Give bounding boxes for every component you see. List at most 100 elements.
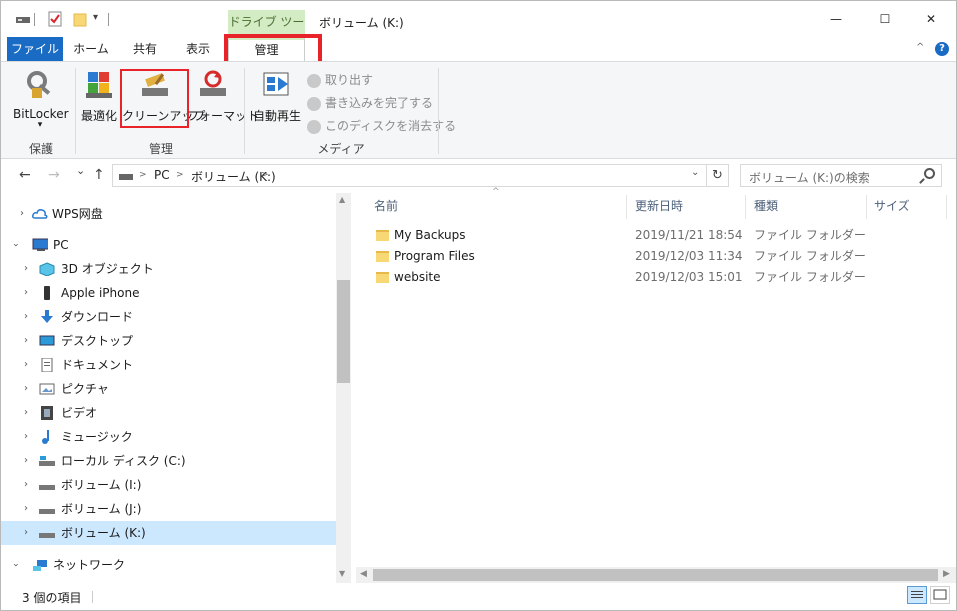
erase-disc-button[interactable]: このディスクを消去する <box>307 117 456 134</box>
properties-icon[interactable] <box>48 11 62 27</box>
maximize-icon: ☐ <box>879 12 891 26</box>
up-button[interactable]: ↑ <box>93 167 105 183</box>
details-view-button[interactable] <box>907 586 927 604</box>
search-input[interactable]: ボリューム (K:)の検索 <box>740 164 942 187</box>
column-divider[interactable] <box>866 195 867 219</box>
nav-item-desktop[interactable]: › デスクトップ <box>1 329 336 353</box>
recent-locations-button[interactable]: ⌄ <box>76 164 85 177</box>
scroll-left-icon[interactable]: ◀ <box>360 569 367 579</box>
scroll-right-icon[interactable]: ▶ <box>943 569 950 579</box>
nav-label: ダウンロード <box>61 310 134 324</box>
forward-button[interactable]: → <box>48 167 60 183</box>
refresh-button[interactable]: ↻ <box>706 164 729 187</box>
customize-quick-access-icon[interactable]: ▾ <box>93 12 98 23</box>
large-icons-view-button[interactable] <box>930 586 950 604</box>
computer-icon <box>32 238 48 251</box>
tab-home[interactable]: ホーム <box>67 37 115 61</box>
nav-item-volume-j[interactable]: › ボリューム (J:) <box>1 497 336 521</box>
3d-objects-icon <box>39 262 55 276</box>
nav-item-iphone[interactable]: › Apple iPhone <box>1 281 336 305</box>
scrollbar-thumb[interactable] <box>373 569 938 581</box>
drive-icon <box>119 174 133 180</box>
breadcrumb-separator: > <box>139 170 147 180</box>
download-icon <box>41 310 53 323</box>
nav-item-local-disk-c[interactable]: › ローカル ディスク (C:) <box>1 449 336 473</box>
close-button[interactable]: ✕ <box>908 1 954 37</box>
breadcrumb-pc[interactable]: PC <box>154 168 170 182</box>
nav-label: ミュージック <box>61 430 133 444</box>
nav-item-pc[interactable]: › PC <box>1 233 336 257</box>
nav-pane-scrollbar[interactable]: ▲ ▼ <box>336 193 351 583</box>
file-row[interactable]: Program Files 2019/12/03 11:34 ファイル フォルダ… <box>358 246 956 267</box>
picture-icon <box>39 383 55 395</box>
column-divider[interactable] <box>946 195 947 219</box>
nav-label: デスクトップ <box>61 334 134 348</box>
autoplay-button[interactable]: 自動再生 <box>251 68 303 124</box>
breadcrumb-separator: > <box>176 170 184 180</box>
minimize-button[interactable]: — <box>813 1 859 37</box>
folder-icon <box>376 230 389 241</box>
eject-button[interactable]: 取り出す <box>307 71 373 88</box>
file-row[interactable]: My Backups 2019/11/21 18:54 ファイル フォルダー <box>358 225 956 246</box>
local-disk-icon <box>39 456 55 466</box>
file-row[interactable]: website 2019/12/03 15:01 ファイル フォルダー <box>358 267 956 288</box>
scroll-down-icon[interactable]: ▼ <box>339 569 345 578</box>
file-type: ファイル フォルダー <box>754 249 866 263</box>
nav-item-wps[interactable]: › WPS网盘 <box>1 202 336 226</box>
nav-item-documents[interactable]: › ドキュメント <box>1 353 336 377</box>
nav-item-downloads[interactable]: › ダウンロード <box>1 305 336 329</box>
address-dropdown-icon[interactable]: ⌄ <box>691 167 699 178</box>
column-header-size[interactable]: サイズ <box>874 193 944 219</box>
nav-label: Apple iPhone <box>61 286 140 300</box>
maximize-button[interactable]: ☐ <box>862 1 908 37</box>
column-divider[interactable] <box>626 195 627 219</box>
nav-item-videos[interactable]: › ビデオ <box>1 401 336 425</box>
nav-label: ボリューム (J:) <box>61 502 142 516</box>
tab-share[interactable]: 共有 <box>121 37 169 61</box>
format-button[interactable]: フォーマット <box>187 68 259 124</box>
column-header-type[interactable]: 種類 <box>754 193 864 219</box>
format-icon <box>196 68 230 102</box>
file-type: ファイル フォルダー <box>754 270 866 284</box>
nav-item-music[interactable]: › ミュージック <box>1 425 336 449</box>
nav-label: PC <box>53 238 69 252</box>
column-header-date[interactable]: 更新日時 <box>635 193 745 219</box>
optimize-button[interactable]: 最適化 <box>77 68 121 124</box>
optimize-label: 最適化 <box>80 109 117 123</box>
cleanup-highlight <box>120 69 189 128</box>
item-count: 3 個の項目 <box>22 591 82 605</box>
folder-icon <box>376 251 389 262</box>
address-bar[interactable]: > PC > ボリューム (K:) > ⌄ <box>112 164 707 187</box>
file-name: Program Files <box>394 249 475 263</box>
finish-burning-button[interactable]: 書き込みを完了する <box>307 94 433 111</box>
bitlocker-button[interactable]: BitLocker ▾ <box>13 68 69 130</box>
back-button[interactable]: ← <box>19 167 31 183</box>
large-icons-view-icon <box>933 589 947 600</box>
help-button[interactable]: ? <box>935 42 949 56</box>
bitlocker-label: BitLocker <box>13 107 69 121</box>
nav-item-pictures[interactable]: › ピクチャ <box>1 377 336 401</box>
scrollbar-thumb[interactable] <box>337 280 350 383</box>
details-view-icon <box>911 591 923 598</box>
nav-item-volume-i[interactable]: › ボリューム (I:) <box>1 473 336 497</box>
file-date: 2019/12/03 15:01 <box>635 270 743 284</box>
folder-icon <box>376 272 389 283</box>
nav-item-3d-objects[interactable]: › 3D オブジェクト <box>1 257 336 281</box>
file-list-horizontal-scrollbar[interactable]: ◀ ▶ <box>356 567 956 583</box>
nav-item-volume-k[interactable]: › ボリューム (K:) <box>1 521 336 545</box>
music-icon <box>42 430 49 444</box>
column-divider[interactable] <box>745 195 746 219</box>
column-header-name[interactable]: 名前 <box>374 193 624 219</box>
nav-label: ピクチャ <box>61 382 109 396</box>
nav-item-network[interactable]: › ネットワーク <box>1 553 336 577</box>
new-folder-icon[interactable] <box>73 11 87 27</box>
nav-label: ローカル ディスク (C:) <box>61 454 186 468</box>
tab-file[interactable]: ファイル <box>7 37 63 61</box>
collapse-ribbon-icon[interactable]: ^ <box>916 42 924 53</box>
nav-label: ボリューム (K:) <box>61 526 146 540</box>
scroll-up-icon[interactable]: ▲ <box>339 195 345 204</box>
title-bar: ▾ ドライブ ツール ボリューム (K:) — ☐ ✕ <box>1 1 956 54</box>
iphone-icon <box>44 286 50 300</box>
tab-view[interactable]: 表示 <box>173 37 223 61</box>
group-label-manage: 管理 <box>148 142 173 156</box>
